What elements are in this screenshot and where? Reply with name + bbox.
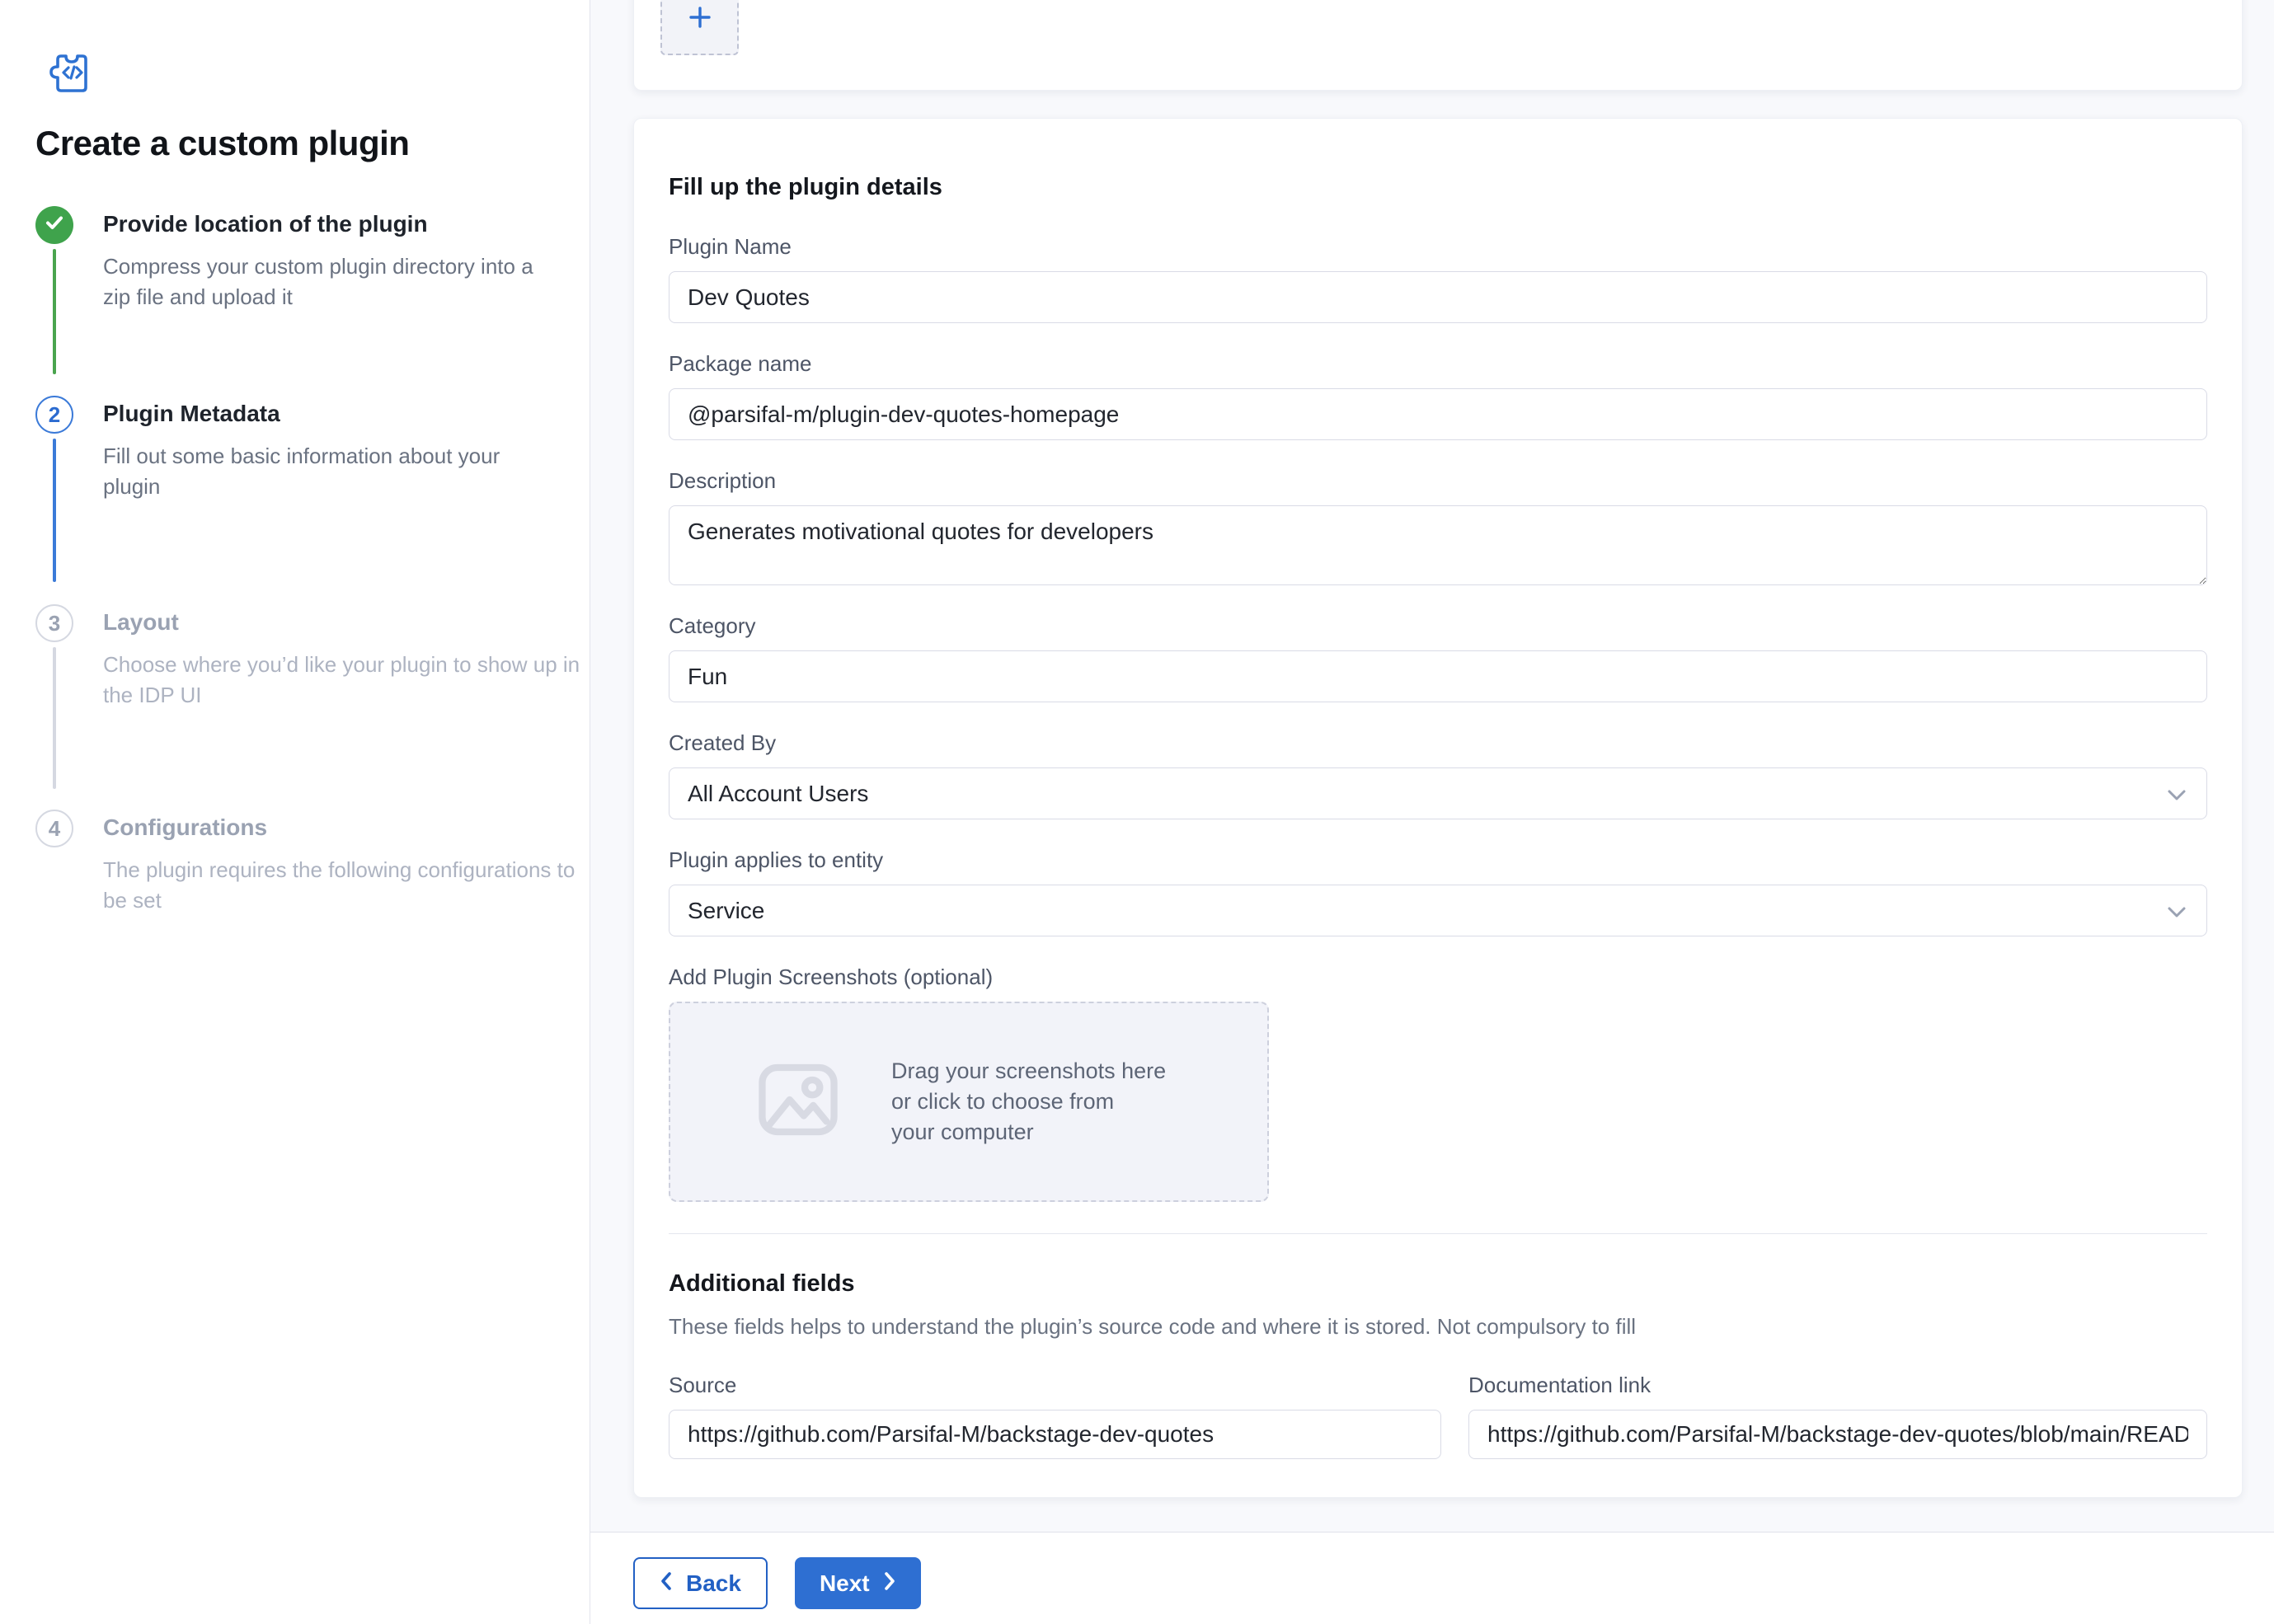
- back-button-label: Back: [686, 1570, 741, 1597]
- page-title: Create a custom plugin: [35, 124, 409, 163]
- additional-fields-heading: Additional fields: [669, 1270, 2207, 1298]
- created-by-label: Created By: [669, 730, 2207, 756]
- step-3-title: Layout: [103, 609, 585, 636]
- applies-to-value: Service: [688, 898, 764, 924]
- step-connector: [53, 439, 56, 582]
- screenshots-dropzone[interactable]: Drag your screenshots here or click to c…: [669, 1002, 1269, 1202]
- created-by-select[interactable]: All Account Users: [669, 767, 2207, 819]
- step-3-description: Choose where you’d like your plugin to s…: [103, 650, 585, 711]
- step-2-title: Plugin Metadata: [103, 401, 552, 427]
- step-1-title: Provide location of the plugin: [103, 211, 561, 237]
- chevron-right-icon: [883, 1570, 896, 1597]
- field-description: Description Generates motivational quote…: [669, 468, 2207, 585]
- step-2-description: Fill out some basic information about yo…: [103, 441, 552, 502]
- category-input[interactable]: [669, 650, 2207, 702]
- step-2-number: 2: [49, 402, 60, 428]
- source-input[interactable]: [669, 1410, 1441, 1459]
- applies-to-select[interactable]: Service: [669, 885, 2207, 936]
- chevron-down-icon: [2167, 898, 2187, 924]
- field-source: Source: [669, 1373, 1441, 1459]
- field-created-by: Created By All Account Users: [669, 730, 2207, 819]
- chevron-left-icon: [660, 1570, 673, 1597]
- step-2[interactable]: Plugin Metadata Fill out some basic info…: [103, 401, 552, 502]
- plugin-details-card: Fill up the plugin details Plugin Name P…: [633, 118, 2243, 1498]
- step-1-indicator[interactable]: [35, 206, 73, 244]
- step-connector: [53, 647, 56, 789]
- field-screenshots: Add Plugin Screenshots (optional) Drag y…: [669, 965, 2207, 1202]
- package-name-input[interactable]: [669, 388, 2207, 440]
- form-heading: Fill up the plugin details: [669, 174, 2207, 201]
- step-3-indicator[interactable]: 3: [35, 604, 73, 642]
- created-by-value: All Account Users: [688, 781, 868, 807]
- description-label: Description: [669, 468, 2207, 494]
- applies-to-label: Plugin applies to entity: [669, 847, 2207, 873]
- source-label: Source: [669, 1373, 1441, 1398]
- step-1-description: Compress your custom plugin directory in…: [103, 251, 561, 312]
- field-package-name: Package name: [669, 351, 2207, 440]
- step-4-number: 4: [49, 816, 60, 842]
- step-4-indicator[interactable]: 4: [35, 810, 73, 847]
- additional-fields-helper: These fields helps to understand the plu…: [669, 1314, 2207, 1340]
- step-4-title: Configurations: [103, 814, 590, 841]
- step-2-indicator[interactable]: 2: [35, 396, 73, 434]
- field-applies-to: Plugin applies to entity Service: [669, 847, 2207, 936]
- step-1[interactable]: Provide location of the plugin Compress …: [103, 211, 561, 312]
- section-divider: [669, 1233, 2207, 1234]
- add-screenshot-tile[interactable]: [660, 0, 739, 55]
- field-documentation-link: Documentation link: [1468, 1373, 2207, 1459]
- plugin-name-label: Plugin Name: [669, 234, 2207, 260]
- field-plugin-name: Plugin Name: [669, 234, 2207, 323]
- chevron-down-icon: [2167, 781, 2187, 807]
- next-button-label: Next: [820, 1570, 870, 1597]
- package-name-label: Package name: [669, 351, 2207, 377]
- plus-icon: [687, 4, 713, 35]
- step-3[interactable]: Layout Choose where you’d like your plug…: [103, 609, 585, 711]
- category-label: Category: [669, 613, 2207, 639]
- back-button[interactable]: Back: [633, 1557, 768, 1609]
- dropzone-text: Drag your screenshots here or click to c…: [891, 1056, 1166, 1148]
- wizard-sidebar: Create a custom plugin Provide location …: [0, 0, 590, 1624]
- custom-plugin-icon: [48, 49, 94, 100]
- plugin-name-input[interactable]: [669, 271, 2207, 323]
- additional-fields-row: Source Documentation link: [669, 1373, 2207, 1459]
- step-4[interactable]: Configurations The plugin requires the f…: [103, 814, 590, 916]
- main-content: Fill up the plugin details Plugin Name P…: [590, 0, 2274, 1532]
- next-button[interactable]: Next: [795, 1557, 921, 1609]
- step-connector: [53, 249, 56, 374]
- field-category: Category: [669, 613, 2207, 702]
- documentation-link-input[interactable]: [1468, 1410, 2207, 1459]
- wizard-footer: Back Next: [590, 1532, 2274, 1624]
- step-3-number: 3: [49, 611, 60, 636]
- step-4-description: The plugin requires the following config…: [103, 855, 590, 916]
- check-icon: [44, 212, 65, 239]
- image-placeholder-icon: [753, 1054, 843, 1149]
- description-textarea[interactable]: Generates motivational quotes for develo…: [669, 505, 2207, 585]
- documentation-link-label: Documentation link: [1468, 1373, 2207, 1398]
- screenshots-label: Add Plugin Screenshots (optional): [669, 965, 2207, 990]
- upload-card: [633, 0, 2243, 91]
